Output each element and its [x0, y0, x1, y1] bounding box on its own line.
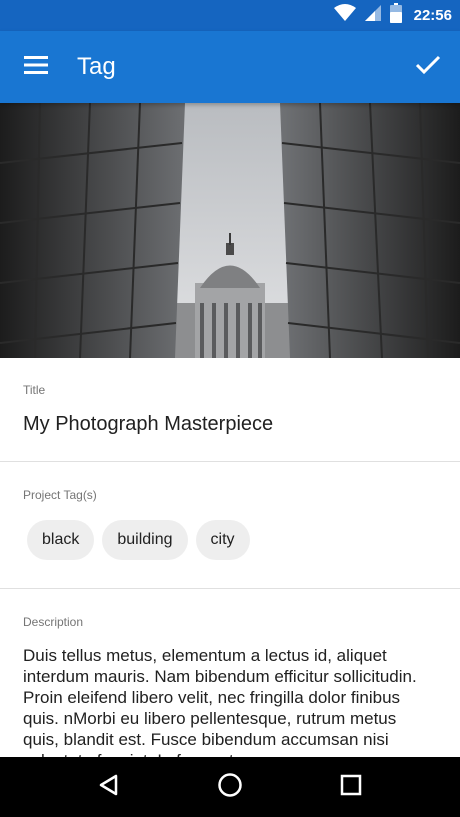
tag-chip[interactable]: city [195, 520, 250, 560]
tag-chip[interactable]: building [102, 520, 188, 560]
recents-icon [340, 774, 362, 801]
recents-button[interactable] [331, 767, 371, 807]
back-icon [97, 773, 121, 802]
check-icon [415, 55, 441, 80]
menu-button[interactable] [16, 49, 56, 85]
title-field: Title My Photograph Masterpiece [0, 358, 460, 462]
description-field: Description Duis tellus metus, elementum… [0, 589, 460, 759]
app-title: Tag [77, 53, 116, 80]
status-time: 22:56 [413, 7, 452, 24]
status-bar: 22:56 [0, 0, 460, 31]
app-bar: Tag [0, 31, 460, 103]
cell-signal-icon [364, 4, 382, 27]
description-input[interactable]: Duis tellus metus, elementum a lectus id… [23, 645, 430, 759]
navigation-bar [0, 757, 460, 817]
hero-image [0, 103, 460, 358]
hamburger-menu-icon [24, 55, 48, 80]
status-icons: 22:56 [333, 0, 452, 31]
confirm-button[interactable] [410, 49, 446, 85]
tag-list: black building city [27, 520, 250, 560]
home-button[interactable] [210, 767, 250, 807]
tags-label: Project Tag(s) [23, 488, 97, 502]
wifi-icon [333, 4, 356, 27]
title-label: Title [23, 383, 46, 397]
home-icon [217, 772, 243, 803]
title-input[interactable]: My Photograph Masterpiece [23, 413, 273, 436]
tag-chip[interactable]: black [27, 520, 95, 560]
back-button[interactable] [89, 767, 129, 807]
battery-icon [389, 3, 402, 28]
description-label: Description [23, 615, 84, 629]
